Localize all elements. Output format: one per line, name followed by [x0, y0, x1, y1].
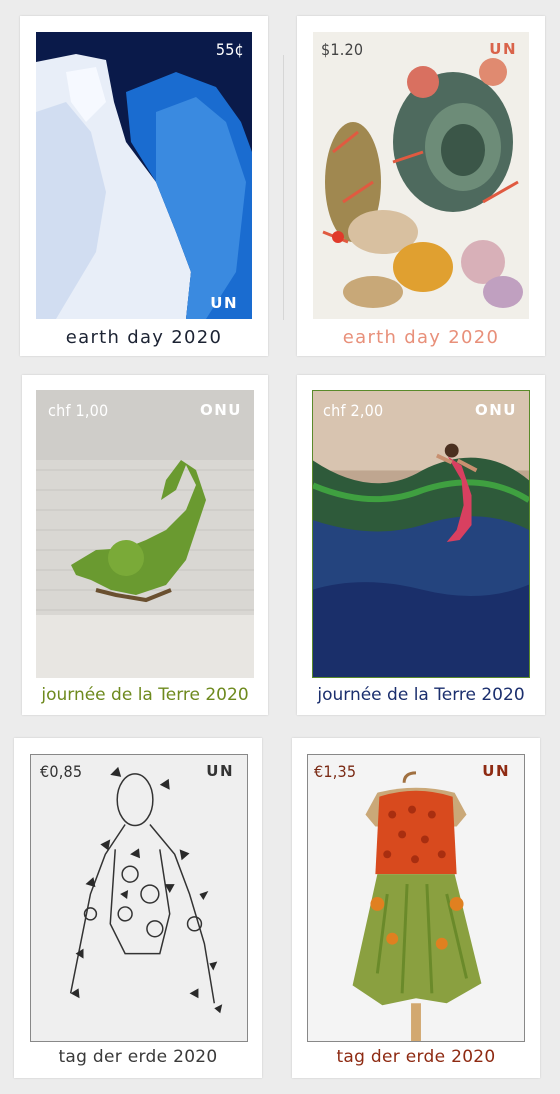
stamp-caption: journée de la Terre 2020	[317, 685, 525, 705]
denomination: 55¢	[215, 40, 244, 59]
stamp-tag-der-erde-1-35[interactable]: €1,35 UN tag der erde 2020	[292, 738, 540, 1078]
issuer-label: UN	[210, 294, 238, 312]
denomination: €0,85	[40, 762, 83, 781]
denomination: €1,35	[314, 762, 357, 781]
issuer-label: ONU	[475, 401, 517, 419]
stamp-earth-day-55c[interactable]: 55¢ UN earth day 2020	[20, 16, 268, 356]
stamp-caption: earth day 2020	[342, 327, 500, 348]
issuer-label: UN	[489, 40, 517, 58]
grass-figure-artwork	[36, 390, 254, 678]
stamp-journee-chf-2[interactable]: chf 2,00 ONU journée de la Terre 2020	[297, 375, 545, 715]
coral-reef-artwork	[313, 32, 529, 319]
denomination: chf 1,00	[48, 401, 109, 420]
mermaid-artwork	[312, 390, 530, 678]
stamp-journee-chf-1[interactable]: chf 1,00 ONU journée de la Terre 2020	[22, 375, 268, 715]
flower-dress-artwork	[307, 754, 525, 1042]
issuer-label: UN	[206, 762, 234, 780]
divider	[283, 55, 284, 320]
denomination: chf 2,00	[323, 401, 384, 420]
denomination: $1.20	[321, 40, 364, 59]
issuer-label: UN	[482, 762, 510, 780]
stamp-caption: tag der erde 2020	[58, 1047, 218, 1067]
issuer-label: ONU	[200, 401, 242, 419]
stamp-earth-day-1-20[interactable]: $1.20 UN earth day 2020	[297, 16, 545, 356]
stamp-caption: earth day 2020	[65, 327, 223, 348]
metal-figure-artwork	[30, 754, 248, 1042]
stamp-tag-der-erde-0-85[interactable]: €0,85 UN tag der erde 2020	[14, 738, 262, 1078]
stamp-caption: tag der erde 2020	[336, 1047, 496, 1067]
stamp-caption: journée de la Terre 2020	[41, 685, 249, 705]
glacier-artwork	[36, 32, 252, 319]
